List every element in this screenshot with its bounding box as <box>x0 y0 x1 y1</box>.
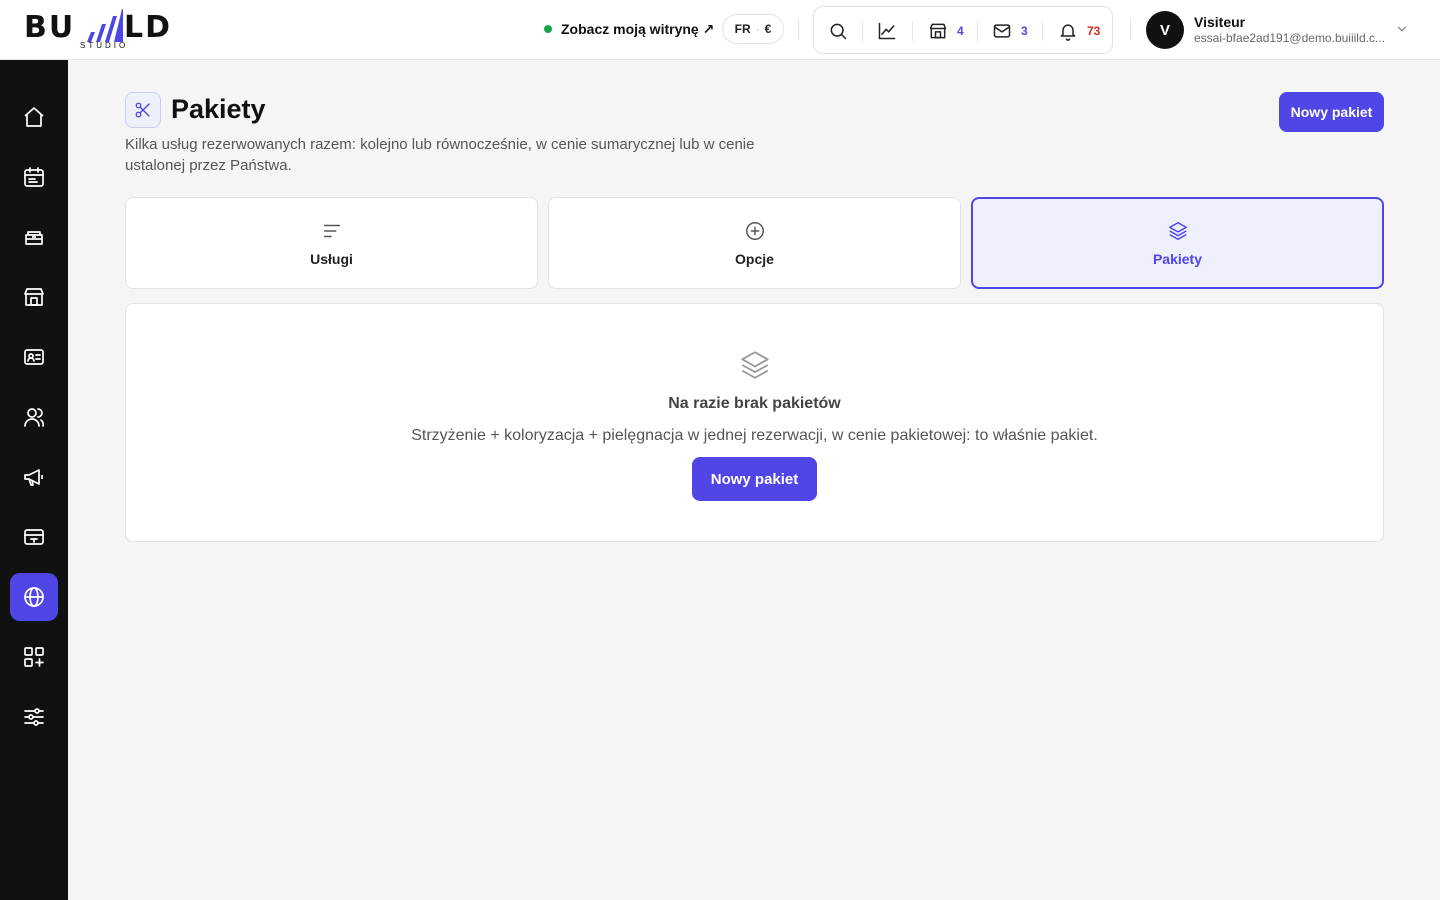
establishments-button[interactable]: 4 <box>928 19 964 43</box>
users-icon <box>24 408 45 427</box>
logo-text-left: BU <box>24 10 76 45</box>
tab-options[interactable]: Opcje <box>548 197 961 289</box>
logo-subtitle: STUDIO <box>80 41 129 50</box>
megaphone-icon <box>24 469 43 486</box>
notifications-count: 73 <box>1087 24 1101 38</box>
empty-state-title: Na razie brak pakietów <box>668 395 841 412</box>
mail-icon <box>993 24 1011 38</box>
sidebar-item-payments[interactable] <box>10 513 58 561</box>
lang-separator: · <box>755 22 760 36</box>
sidebar-item-apps[interactable] <box>10 633 58 681</box>
sidebar-item-establishment[interactable] <box>10 273 58 321</box>
avatar: V <box>1146 11 1184 49</box>
payment-card-icon <box>24 529 44 545</box>
sidebar-item-home[interactable] <box>10 93 58 141</box>
chart-line-icon <box>878 22 896 40</box>
sidebar-item-settings[interactable] <box>10 693 58 741</box>
sidebar-item-website[interactable] <box>10 573 58 621</box>
search-button[interactable] <box>828 19 848 43</box>
sidebar-item-catalog[interactable] <box>10 213 58 261</box>
establishments-count: 4 <box>957 24 964 38</box>
sidebar-item-staff[interactable] <box>10 333 58 381</box>
logo-text-right: LD <box>124 10 173 45</box>
user-email: essai-bfae2ad191@demo.buiiild.c... <box>1194 31 1385 45</box>
divider <box>1130 18 1131 40</box>
quick-tools: 4 3 73 <box>813 6 1113 54</box>
home-icon <box>24 107 44 127</box>
bell-icon <box>1060 24 1076 41</box>
contact-card-icon <box>24 349 44 365</box>
new-package-button[interactable]: Nowy pakiet <box>1279 92 1384 132</box>
tab-label: Usługi <box>310 251 353 267</box>
page-description: Kilka usług rezerwowanych razem: kolejno… <box>125 136 755 174</box>
messages-count: 3 <box>1021 24 1028 38</box>
tab-label: Opcje <box>735 251 774 267</box>
logo-bars-icon <box>87 9 123 42</box>
language-currency-selector[interactable]: FR · € <box>722 14 784 44</box>
sidebar <box>0 60 68 900</box>
plus-circle-icon <box>745 222 764 240</box>
empty-state-text: Strzyżenie + koloryzacja + pielęgnacja w… <box>411 427 1098 444</box>
empty-state-new-package-button[interactable]: Nowy pakiet <box>692 457 817 501</box>
notifications-button[interactable]: 73 <box>1058 19 1100 43</box>
apps-add-icon <box>24 647 44 667</box>
user-name: Visiteur <box>1194 14 1246 30</box>
calendar-icon <box>24 167 44 187</box>
statistics-button[interactable] <box>877 19 897 43</box>
sliders-icon <box>24 708 44 726</box>
divider <box>1042 21 1043 41</box>
language-code: FR <box>734 22 751 36</box>
divider <box>912 21 913 41</box>
currency-symbol: € <box>764 22 772 36</box>
sidebar-item-calendar[interactable] <box>10 153 58 201</box>
divider <box>798 18 799 40</box>
sidebar-item-clients[interactable] <box>10 393 58 441</box>
view-my-site-link[interactable]: Zobacz moją witrynę ↗ <box>544 18 714 40</box>
layers-icon <box>741 351 769 379</box>
user-menu[interactable]: V Visiteur essai-bfae2ad191@demo.buiiild… <box>1146 10 1416 50</box>
page-title-badge <box>125 92 161 128</box>
messages-button[interactable]: 3 <box>992 19 1028 43</box>
sidebar-item-marketing[interactable] <box>10 453 58 501</box>
globe-icon <box>24 587 44 607</box>
search-icon <box>830 23 847 40</box>
store-icon <box>929 23 947 39</box>
layers-icon <box>1168 222 1187 240</box>
view-my-site-label: Zobacz moją witrynę ↗ <box>561 20 715 37</box>
tab-services[interactable]: Usługi <box>125 197 538 289</box>
list-icon <box>323 224 340 238</box>
divider <box>862 21 863 41</box>
scissors-case-icon <box>25 231 43 245</box>
tab-packages[interactable]: Pakiety <box>971 197 1384 289</box>
empty-state-panel: Na razie brak pakietów Strzyżenie + kolo… <box>125 303 1384 542</box>
divider <box>977 21 978 41</box>
store-icon <box>24 288 44 306</box>
scissors-icon <box>135 102 150 118</box>
top-bar: BU LD STUDIO Zobacz moją witrynę ↗ FR · … <box>0 0 1440 60</box>
page-title: Pakiety <box>171 94 266 124</box>
buiiild-studio-logo[interactable]: BU LD STUDIO <box>24 8 184 52</box>
chevron-down-icon <box>1397 26 1407 32</box>
tab-label: Pakiety <box>1152 251 1203 267</box>
site-status-dot <box>544 25 552 33</box>
